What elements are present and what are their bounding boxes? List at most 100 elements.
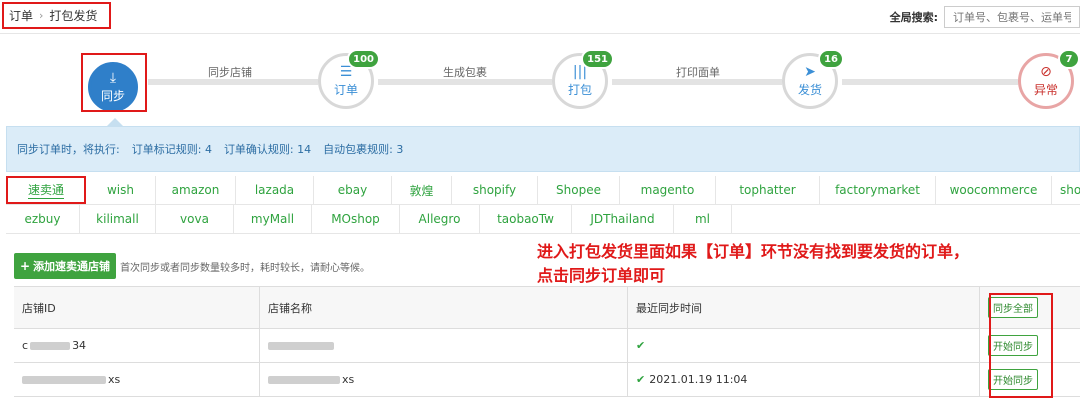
- tab-kilimall[interactable]: kilimall: [80, 205, 156, 233]
- plus-icon: +: [20, 259, 31, 273]
- tab-dhgate[interactable]: 敦煌: [392, 176, 452, 204]
- tab-amazon[interactable]: amazon: [156, 176, 236, 204]
- tab-jdthailand[interactable]: JDThailand: [572, 205, 674, 233]
- tab-label: Shopee: [556, 183, 601, 197]
- tab-label: 敦煌: [409, 183, 434, 198]
- tab-shopy[interactable]: shopy: [1052, 176, 1080, 204]
- tab-label: magento: [640, 183, 695, 197]
- tab-woocommerce[interactable]: woocommerce: [936, 176, 1052, 204]
- redacted-block: [268, 375, 340, 384]
- tab-allegro[interactable]: Allegro: [400, 205, 480, 233]
- tab-shopee[interactable]: Shopee: [538, 176, 620, 204]
- tab-moshop[interactable]: MOshop: [312, 205, 400, 233]
- tab-shopify[interactable]: shopify: [452, 176, 538, 204]
- global-search-label: 全局搜索:: [889, 11, 938, 24]
- tab-ebay[interactable]: ebay: [314, 176, 392, 204]
- tab-factorymarket[interactable]: factorymarket: [820, 176, 936, 204]
- store-id-prefix: c: [22, 339, 29, 352]
- connector-label: 生成包裹: [443, 66, 487, 79]
- tab-label: tophatter: [739, 183, 796, 197]
- store-name-cell: [260, 329, 628, 362]
- header-store-name: 店铺名称: [260, 287, 628, 328]
- rule-count: 4: [204, 143, 212, 156]
- step-label: 异常: [1033, 82, 1058, 97]
- rule-label: 订单确认规则:: [223, 143, 294, 156]
- tab-label: factorymarket: [835, 183, 920, 197]
- rule-label: 自动包裹规则:: [323, 143, 393, 156]
- store-id-suffix: 34: [72, 339, 87, 352]
- rules-prefix: 同步订单时，将执行:: [17, 143, 120, 156]
- tab-label: woocommerce: [949, 183, 1038, 197]
- connector-label: 同步店铺: [208, 66, 252, 79]
- step-orders[interactable]: ☰ 订单 100: [318, 49, 380, 109]
- workflow-steps: 同步店铺 生成包裹 打印面单 ⤓ 同步 ☰ 订单 100 ||| 打包 151 …: [0, 34, 1080, 128]
- tab-lazada[interactable]: lazada: [236, 176, 314, 204]
- tab-label: 速卖通: [27, 183, 64, 199]
- connector-label: 打印面单: [676, 66, 720, 79]
- platform-tabs: 速卖通 wish amazon lazada ebay 敦煌 shopify S…: [6, 176, 1080, 234]
- last-sync-cell: ✔ 2021.01.19 11:04: [628, 363, 980, 396]
- redacted-block: [30, 341, 71, 350]
- breadcrumb-root[interactable]: 订单: [9, 7, 33, 24]
- step-label: 打包: [567, 82, 592, 97]
- rule-confirm[interactable]: 订单确认规则: 14: [224, 141, 311, 157]
- tab-mymall[interactable]: myMall: [234, 205, 312, 233]
- tab-ml[interactable]: ml: [674, 205, 732, 233]
- tab-tophatter[interactable]: tophatter: [716, 176, 820, 204]
- sync-hint: 首次同步或者同步数量较多时，耗时较长，请耐心等候。: [120, 262, 371, 274]
- store-toolbar: + 添加速卖通店铺 首次同步或者同步数量较多时，耗时较长，请耐心等候。: [14, 253, 370, 279]
- check-icon: ✔: [636, 339, 646, 352]
- annotation-line: 进入打包发货里面如果【订单】环节没有找到要发货的订单，: [537, 242, 970, 261]
- rule-mark[interactable]: 订单标记规则: 4: [132, 141, 212, 157]
- tab-label: shopify: [472, 183, 517, 197]
- tab-label: JDThailand: [590, 212, 655, 226]
- breadcrumb: 订单 › 打包发货: [2, 2, 111, 29]
- pointer-arrow-icon: [107, 118, 123, 126]
- tab-label: taobaoTw: [497, 212, 554, 226]
- tab-label: wish: [106, 183, 134, 197]
- count-badge: 16: [818, 49, 844, 69]
- step-label: 订单: [333, 82, 358, 97]
- header-store-id: 店铺ID: [14, 287, 260, 328]
- breadcrumb-current: 打包发货: [49, 9, 98, 23]
- tab-label: MOshop: [331, 212, 380, 226]
- top-bar: 订单 › 打包发货 全局搜索:: [0, 0, 1080, 34]
- tab-label: shopy: [1060, 183, 1080, 197]
- step-pack[interactable]: ||| 打包 151: [552, 49, 614, 109]
- annotation-text: 进入打包发货里面如果【订单】环节没有找到要发货的订单， 点击同步订单即可: [537, 240, 1077, 288]
- add-store-button[interactable]: + 添加速卖通店铺: [14, 253, 117, 279]
- tab-label: Allegro: [418, 212, 461, 226]
- tab-wish[interactable]: wish: [86, 176, 156, 204]
- step-ship[interactable]: ➤ 发货 16: [782, 49, 844, 109]
- tab-label: ml: [694, 212, 711, 226]
- add-store-label: 添加速卖通店铺: [33, 260, 111, 273]
- count-badge: 151: [581, 49, 614, 69]
- store-name-suffix: xs: [342, 373, 355, 386]
- check-icon: ✔: [636, 373, 646, 386]
- count-badge: 7: [1058, 49, 1080, 69]
- rule-package[interactable]: 自动包裹规则: 3: [323, 141, 403, 157]
- step-exception[interactable]: ⊘ 异常 7: [1018, 49, 1080, 109]
- tab-ezbuy[interactable]: ezbuy: [6, 205, 80, 233]
- rule-count: 14: [297, 143, 312, 156]
- global-search-input[interactable]: [944, 6, 1080, 28]
- connector-line: [842, 79, 1018, 85]
- platform-row: ezbuy kilimall vova myMall MOshop Allegr…: [6, 205, 1080, 234]
- rule-count: 3: [396, 143, 404, 156]
- tab-taobaotw[interactable]: taobaoTw: [480, 205, 572, 233]
- annotation-line: 点击同步订单即可: [537, 266, 666, 285]
- header-last-sync: 最近同步时间: [628, 287, 980, 328]
- global-search: 全局搜索:: [890, 6, 1080, 28]
- tab-vova[interactable]: vova: [156, 205, 234, 233]
- tab-magento[interactable]: magento: [620, 176, 716, 204]
- tab-label: kilimall: [96, 212, 139, 226]
- tab-label: vova: [180, 212, 209, 226]
- step-label: 发货: [797, 82, 822, 97]
- redacted-block: [22, 375, 106, 384]
- store-id-cell: c 34: [14, 329, 260, 362]
- tab-aliexpress[interactable]: 速卖通: [6, 176, 86, 204]
- store-id-cell: xs: [14, 363, 260, 396]
- last-sync-cell: ✔: [628, 329, 980, 362]
- store-id-suffix: xs: [108, 373, 121, 386]
- tab-label: lazada: [254, 183, 295, 197]
